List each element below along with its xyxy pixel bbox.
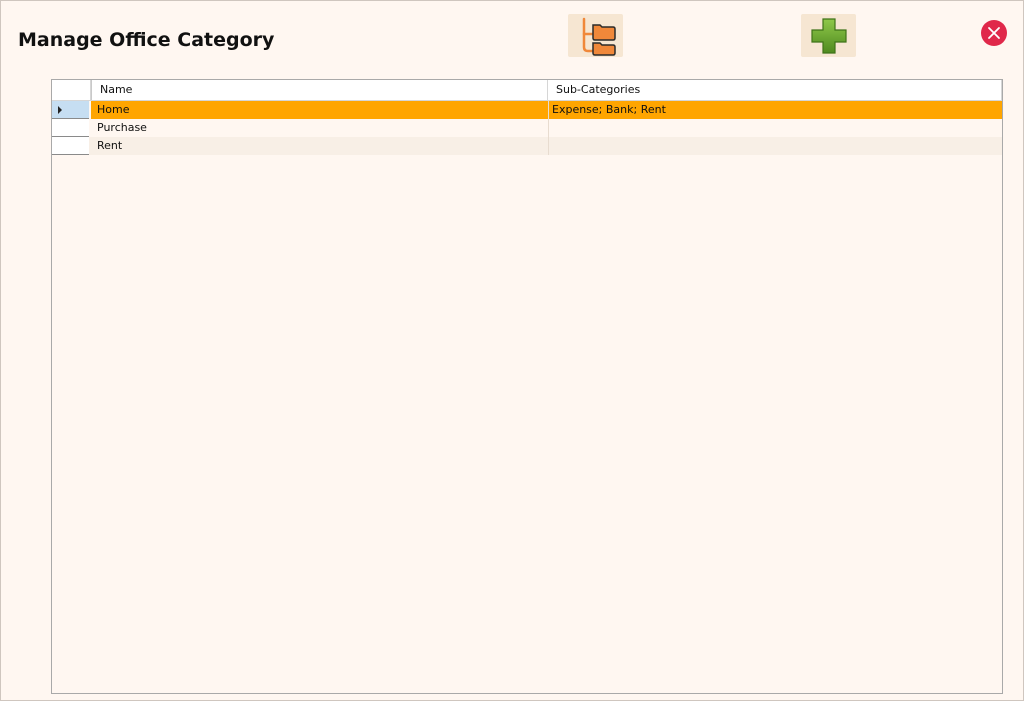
cell-name[interactable]: Rent xyxy=(91,137,548,155)
current-row-arrow-icon xyxy=(58,106,62,114)
cell-sub-categories[interactable] xyxy=(548,137,1002,155)
table-row[interactable]: Purchase xyxy=(52,119,1002,137)
close-button[interactable] xyxy=(981,20,1007,46)
row-header[interactable] xyxy=(52,119,89,137)
column-header-name[interactable]: Name xyxy=(91,80,548,100)
grid-corner-cell[interactable] xyxy=(52,80,91,100)
manage-category-window: Manage Office Category Name Sub-Categori… xyxy=(0,0,1024,701)
cell-name[interactable]: Purchase xyxy=(91,119,548,137)
page-title: Manage Office Category xyxy=(18,29,275,51)
column-header-sub-categories[interactable]: Sub-Categories xyxy=(548,80,1002,100)
category-tree-icon xyxy=(582,17,616,56)
row-header[interactable] xyxy=(52,101,89,119)
add-category-button[interactable] xyxy=(801,14,856,57)
cell-sub-categories[interactable]: Expense; Bank; Rent xyxy=(548,101,1002,119)
table-row[interactable]: Rent xyxy=(52,137,1002,155)
row-header[interactable] xyxy=(52,137,89,155)
cell-name[interactable]: Home xyxy=(91,101,548,119)
table-row[interactable]: Home Expense; Bank; Rent xyxy=(52,101,1002,119)
grid-header: Name Sub-Categories xyxy=(52,80,1002,101)
plus-icon xyxy=(810,17,847,54)
close-icon xyxy=(988,27,1000,39)
cell-sub-categories[interactable] xyxy=(548,119,1002,137)
category-tree-button[interactable] xyxy=(568,14,623,57)
category-grid[interactable]: Name Sub-Categories Home Expense; Bank; … xyxy=(51,79,1003,694)
